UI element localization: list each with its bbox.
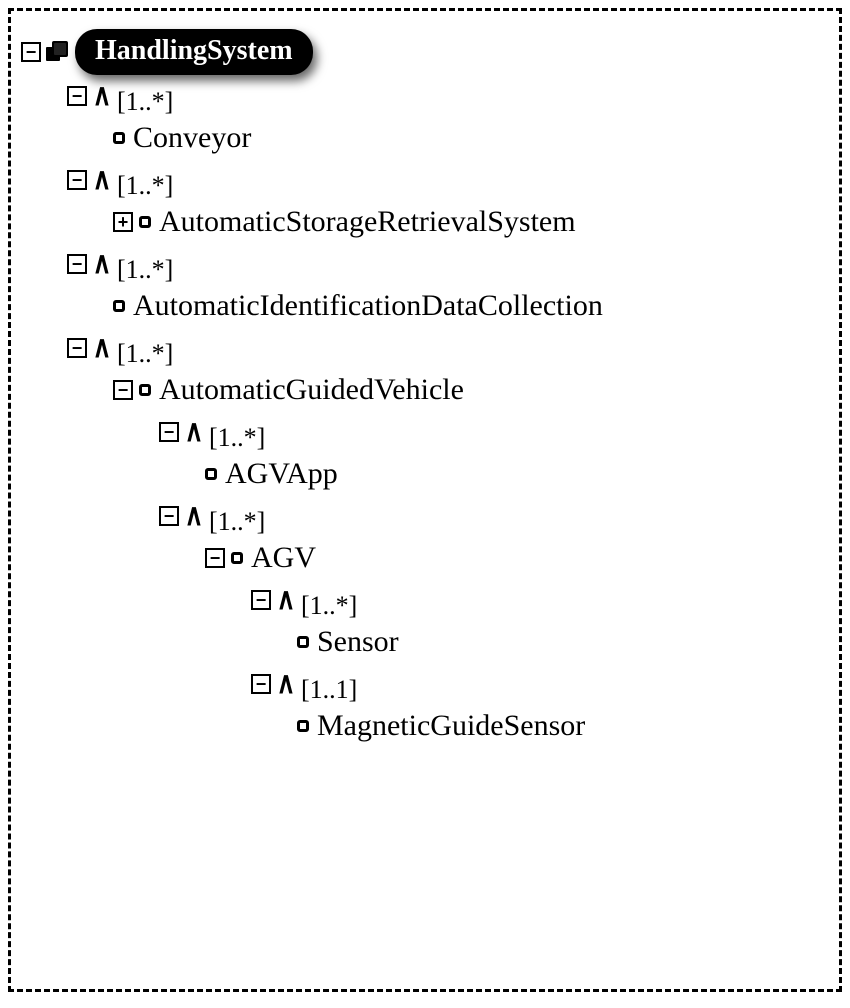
up-arrow-icon: ∧ xyxy=(93,165,112,195)
cardinality-label: [1..*] xyxy=(117,339,173,369)
block-icon xyxy=(297,720,309,732)
tree-node-row: − AutomaticGuidedVehicle xyxy=(113,369,829,411)
tree-node-row: − AGV xyxy=(205,537,829,579)
cardinality-label: [1..*] xyxy=(117,171,173,201)
cardinality-row: − ∧ [1..*] xyxy=(67,327,829,369)
root-label: HandlingSystem xyxy=(75,29,313,75)
collapse-icon[interactable]: − xyxy=(67,338,87,358)
up-arrow-icon: ∧ xyxy=(93,249,112,279)
cardinality-row: − ∧ [1..*] xyxy=(251,579,829,621)
tree-leaf-row: Conveyor xyxy=(113,117,829,159)
cardinality-row: − ∧ [1..*] xyxy=(159,495,829,537)
block-icon xyxy=(231,552,243,564)
collapse-icon[interactable]: − xyxy=(159,506,179,526)
tree-leaf-row: MagneticGuideSensor xyxy=(297,705,829,747)
block-icon xyxy=(113,300,125,312)
up-arrow-icon: ∧ xyxy=(277,669,296,699)
node-label: AutomaticIdentificationDataCollection xyxy=(133,289,603,323)
node-label: AGVApp xyxy=(225,457,338,491)
up-arrow-icon: ∧ xyxy=(93,333,112,363)
up-arrow-icon: ∧ xyxy=(93,81,112,111)
cardinality-label: [1..*] xyxy=(117,87,173,117)
up-arrow-icon: ∧ xyxy=(185,417,204,447)
collapse-icon[interactable]: − xyxy=(251,590,271,610)
up-arrow-icon: ∧ xyxy=(277,585,296,615)
node-label: AGV xyxy=(251,541,316,575)
tree-container: − HandlingSystem − ∧ [1..*] Conveyor − ∧… xyxy=(8,8,842,992)
block-icon xyxy=(139,384,151,396)
cardinality-label: [1..*] xyxy=(117,255,173,285)
collapse-icon[interactable]: − xyxy=(67,254,87,274)
cardinality-label: [1..*] xyxy=(209,507,265,537)
cardinality-row: − ∧ [1..*] xyxy=(67,75,829,117)
cardinality-row: − ∧ [1..*] xyxy=(159,411,829,453)
collapse-icon[interactable]: − xyxy=(205,548,225,568)
block-icon xyxy=(297,636,309,648)
block-icon xyxy=(139,216,151,228)
tree-node-row: + AutomaticStorageRetrievalSystem xyxy=(113,201,829,243)
cardinality-label: [1..1] xyxy=(301,675,357,705)
block-icon xyxy=(205,468,217,480)
node-label: MagneticGuideSensor xyxy=(317,709,585,743)
cardinality-row: − ∧ [1..*] xyxy=(67,243,829,285)
collapse-icon[interactable]: − xyxy=(251,674,271,694)
node-label: AutomaticGuidedVehicle xyxy=(159,373,464,407)
package-icon xyxy=(45,41,69,63)
collapse-icon[interactable]: − xyxy=(113,380,133,400)
collapse-icon[interactable]: − xyxy=(21,42,41,62)
tree-leaf-row: AutomaticIdentificationDataCollection xyxy=(113,285,829,327)
collapse-icon[interactable]: − xyxy=(159,422,179,442)
tree-leaf-row: AGVApp xyxy=(205,453,829,495)
expand-icon[interactable]: + xyxy=(113,212,133,232)
tree-root-row: − HandlingSystem xyxy=(21,29,829,75)
collapse-icon[interactable]: − xyxy=(67,170,87,190)
up-arrow-icon: ∧ xyxy=(185,501,204,531)
cardinality-row: − ∧ [1..1] xyxy=(251,663,829,705)
node-label: Sensor xyxy=(317,625,399,659)
node-label: AutomaticStorageRetrievalSystem xyxy=(159,205,576,239)
block-icon xyxy=(113,132,125,144)
cardinality-label: [1..*] xyxy=(209,423,265,453)
collapse-icon[interactable]: − xyxy=(67,86,87,106)
cardinality-row: − ∧ [1..*] xyxy=(67,159,829,201)
tree-leaf-row: Sensor xyxy=(297,621,829,663)
cardinality-label: [1..*] xyxy=(301,591,357,621)
node-label: Conveyor xyxy=(133,121,251,155)
